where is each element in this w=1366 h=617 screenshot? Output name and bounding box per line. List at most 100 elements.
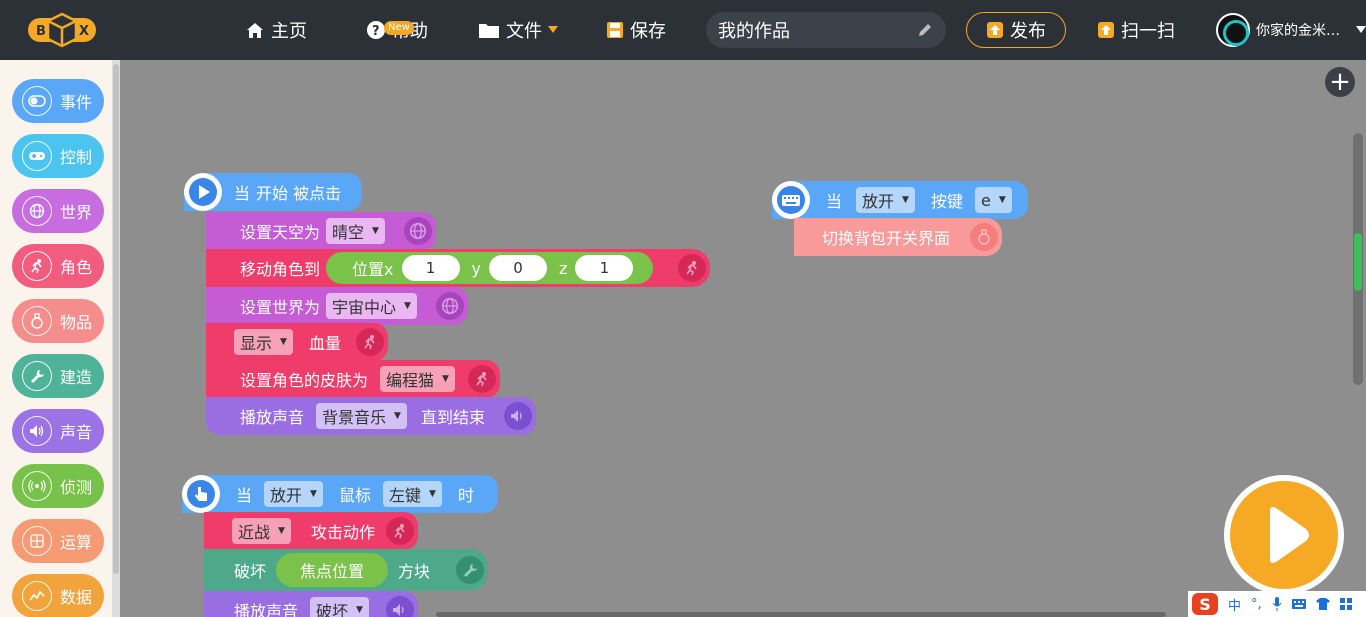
skin-shirt-icon[interactable]: [1315, 598, 1330, 610]
pencil-icon[interactable]: [916, 21, 934, 39]
category-data[interactable]: 数据: [12, 574, 104, 617]
sogou-logo-icon[interactable]: S: [1192, 593, 1218, 615]
scan-button[interactable]: 扫一扫: [1097, 0, 1175, 60]
category-build[interactable]: 建造: [12, 354, 104, 398]
when-key-hat-block[interactable]: 当 放开 ▼ 按键 e ▼: [772, 181, 1028, 219]
toggle-icon: [22, 86, 52, 116]
speaker-icon: [22, 416, 52, 446]
set-sky-block[interactable]: 设置天空为 晴空 ▼: [206, 212, 436, 250]
show-health-block[interactable]: 显示 ▼ 血量: [206, 323, 388, 361]
mouse-action-dropdown[interactable]: 放开 ▼: [264, 481, 323, 507]
nav-file-label: 文件: [506, 21, 542, 42]
sound-dropdown[interactable]: 背景音乐 ▼: [316, 403, 407, 429]
code-workspace[interactable]: 当 开始 被点击 设置天空为 晴空 ▼ 移动角色到 位置x 1 y 0 z 1 设…: [120, 60, 1366, 617]
ime-toolbar: S 中 °,: [1188, 591, 1366, 617]
scrollbar-thumb[interactable]: [1354, 233, 1362, 291]
wrench-icon: [456, 556, 484, 584]
toggle-backpack-block[interactable]: 切换背包开关界面: [794, 218, 1002, 256]
svg-text:X: X: [79, 24, 89, 39]
key-action-dropdown[interactable]: 放开 ▼: [856, 187, 915, 213]
x-input[interactable]: 1: [401, 255, 460, 281]
category-control[interactable]: 控制: [12, 134, 104, 178]
nav-save[interactable]: 保存: [606, 0, 666, 60]
nav-home[interactable]: 主页: [245, 0, 307, 60]
nav-file-menu[interactable]: 文件: [478, 0, 558, 60]
avatar: [1216, 13, 1250, 47]
play-sound-block[interactable]: 播放声音 破坏 ▼: [204, 591, 418, 617]
project-title-field[interactable]: 我的作品: [706, 12, 946, 48]
category-label: 建造: [60, 368, 93, 387]
attack-action-block[interactable]: 近战 ▼ 攻击动作: [204, 512, 418, 550]
zoom-in-button[interactable]: +: [1325, 67, 1355, 97]
workspace-vertical-scrollbar[interactable]: [1353, 133, 1363, 385]
user-menu[interactable]: 你家的金米…: [1216, 12, 1366, 48]
y-input[interactable]: 0: [488, 255, 547, 281]
globe-icon: [436, 292, 464, 320]
category-item[interactable]: 物品: [12, 299, 104, 343]
position-reporter[interactable]: 位置x 1 y 0 z 1: [326, 252, 654, 284]
category-label: 角色: [60, 258, 93, 277]
category-label: 物品: [60, 313, 93, 332]
mouse-button-dropdown[interactable]: 左键 ▼: [382, 481, 442, 507]
category-operator[interactable]: 运算: [12, 519, 104, 563]
play-sound-until-done-block[interactable]: 播放声音 背景音乐 ▼ 直到结束: [206, 397, 536, 435]
home-icon: [247, 23, 263, 38]
z-input[interactable]: 1: [575, 255, 634, 281]
set-skin-block[interactable]: 设置角色的皮肤为 编程猫 ▼: [206, 360, 500, 398]
running-icon: [22, 251, 52, 281]
sound-dropdown[interactable]: 破坏 ▼: [310, 597, 369, 617]
category-label: 运算: [60, 533, 93, 552]
nav-save-label: 保存: [630, 21, 666, 42]
punctuation-icon[interactable]: °,: [1251, 597, 1262, 612]
when-start-hat-block[interactable]: 当 开始 被点击: [184, 173, 362, 211]
ime-language[interactable]: 中: [1228, 595, 1241, 614]
globe-icon: [22, 196, 52, 226]
potion-icon: [970, 223, 998, 251]
play-start-icon: [184, 173, 222, 211]
keyboard-icon: [772, 181, 810, 219]
wrench-icon: [22, 361, 52, 391]
show-dropdown[interactable]: 显示 ▼: [234, 329, 293, 355]
category-world[interactable]: 世界: [12, 189, 104, 233]
category-sound[interactable]: 声音: [12, 409, 104, 453]
help-icon: ?: [367, 21, 385, 39]
top-bar: B X 主页 ? New 帮助 文件 保存 我的作品 发布 扫一扫 你家的金米…: [0, 0, 1366, 60]
workspace-horizontal-scrollbar[interactable]: [436, 612, 1166, 617]
publish-button[interactable]: 发布: [966, 12, 1066, 48]
scan-label: 扫一扫: [1121, 21, 1175, 42]
upload-icon: [987, 22, 1003, 38]
category-label: 事件: [60, 93, 93, 112]
save-icon: [607, 22, 623, 38]
key-dropdown[interactable]: e ▼: [974, 187, 1012, 213]
qr-scan-icon: [1098, 22, 1114, 38]
category-event[interactable]: 事件: [12, 79, 104, 123]
category-detect[interactable]: 侦测: [12, 464, 104, 508]
category-label: 控制: [60, 148, 93, 167]
category-role[interactable]: 角色: [12, 244, 104, 288]
box-logo[interactable]: B X: [26, 12, 98, 48]
nav-home-label: 主页: [271, 21, 307, 42]
play-icon: [1270, 507, 1309, 563]
break-block-block[interactable]: 破坏 焦点位置 方块: [204, 549, 488, 591]
gamepad-icon: [22, 141, 52, 171]
category-label: 世界: [60, 203, 93, 222]
set-world-block[interactable]: 设置世界为 宇宙中心 ▼: [206, 287, 468, 325]
keyboard-icon[interactable]: [1291, 599, 1306, 609]
move-role-block[interactable]: 移动角色到 位置x 1 y 0 z 1: [206, 249, 710, 287]
grid-icon[interactable]: [1339, 598, 1352, 610]
skin-dropdown[interactable]: 编程猫 ▼: [380, 366, 455, 392]
run-button[interactable]: [1224, 475, 1344, 595]
caret-down-icon: [1356, 26, 1366, 33]
sidebar-scrollbar[interactable]: [112, 60, 120, 617]
speaker-icon: [504, 402, 532, 430]
attack-type-dropdown[interactable]: 近战 ▼: [232, 518, 291, 544]
speaker-icon: [386, 596, 414, 617]
focus-position-reporter[interactable]: 焦点位置: [276, 553, 389, 587]
new-badge: New: [384, 21, 414, 35]
nav-help[interactable]: ? New 帮助: [366, 0, 428, 60]
running-icon: [468, 365, 496, 393]
microphone-icon[interactable]: [1272, 597, 1282, 611]
sky-dropdown[interactable]: 晴空 ▼: [326, 218, 385, 244]
world-dropdown[interactable]: 宇宙中心 ▼: [326, 293, 417, 319]
when-mouse-hat-block[interactable]: 当 放开 ▼ 鼠标 左键 ▼ 时: [182, 475, 498, 513]
